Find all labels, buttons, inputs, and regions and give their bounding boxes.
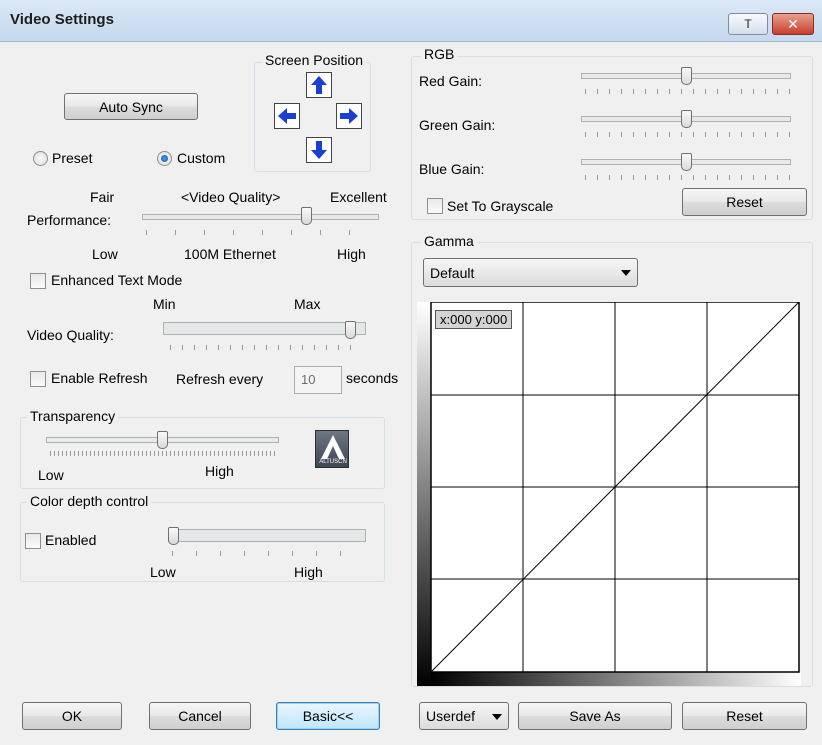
gamma-input-gradient (431, 672, 801, 686)
arrow-up-icon (311, 76, 327, 94)
cancel-button[interactable]: Cancel (149, 702, 251, 730)
video-quality-slider-track[interactable] (163, 322, 366, 335)
userdef-dropdown[interactable]: Userdef (419, 702, 509, 730)
color-depth-slider-thumb[interactable] (168, 527, 179, 545)
enhanced-text-mode-label: Enhanced Text Mode (51, 272, 183, 288)
title-bar: Video Settings T ✕ (0, 0, 822, 42)
userdef-value: Userdef (426, 708, 476, 724)
enhanced-text-mode-checkbox[interactable] (30, 273, 46, 289)
performance-slider-thumb[interactable] (300, 207, 312, 225)
altusen-logo-icon (321, 435, 345, 459)
performance-ticks (146, 230, 378, 235)
performance-slider-track[interactable] (142, 214, 379, 220)
altusen-logo: ALTUSCN (315, 430, 349, 468)
red-gain-label: Red Gain: (419, 73, 483, 89)
video-quality-slider-thumb[interactable] (345, 321, 357, 339)
gamma-curve-graph[interactable]: x:000 y:000 (417, 301, 801, 686)
quality-fair-label: Fair (90, 189, 115, 205)
performance-high-label: High (337, 246, 366, 262)
color-depth-enabled-label: Enabled (45, 532, 97, 548)
refresh-interval-input[interactable]: 10 (294, 366, 342, 394)
color-depth-ticks (172, 551, 362, 556)
gamma-coord-readout: x:000 y:000 (435, 310, 513, 329)
preset-label: Preset (52, 150, 93, 166)
move-right-button[interactable] (336, 103, 362, 129)
gamma-label: Gamma (421, 233, 477, 249)
gamma-reset-button[interactable]: Reset (682, 702, 807, 730)
green-gain-slider-thumb[interactable] (680, 110, 692, 128)
performance-label: Performance: (27, 212, 112, 228)
refresh-seconds-label: seconds (346, 370, 399, 386)
ok-button[interactable]: OK (22, 702, 122, 730)
green-gain-ticks (585, 132, 790, 137)
color-depth-slider-track[interactable] (168, 529, 366, 542)
video-quality-ticks (170, 345, 362, 350)
rgb-label: RGB (421, 46, 458, 62)
quality-excellent-label: Excellent (330, 189, 387, 205)
red-gain-slider-thumb[interactable] (680, 67, 692, 85)
grayscale-checkbox[interactable] (427, 198, 443, 214)
green-gain-label: Green Gain: (419, 117, 496, 133)
userdef-chevron-down-icon (492, 714, 502, 720)
quality-header-label: <Video Quality> (181, 189, 281, 205)
rgb-reset-button[interactable]: Reset (682, 188, 807, 216)
transparency-high-label: High (205, 463, 234, 479)
screen-position-label: Screen Position (262, 52, 367, 68)
move-left-button[interactable] (274, 103, 300, 129)
color-depth-label: Color depth control (27, 493, 152, 509)
altusen-logo-text: ALTUSCN (319, 459, 347, 465)
transparency-slider-thumb[interactable] (157, 431, 168, 449)
color-depth-high-label: High (294, 564, 323, 580)
transparency-ticks (50, 451, 275, 456)
gamma-preset-dropdown[interactable]: Default (423, 258, 638, 287)
arrow-down-icon (311, 141, 327, 159)
gamma-output-gradient (417, 302, 431, 686)
help-button[interactable]: T (728, 13, 768, 35)
preset-radio[interactable] (33, 151, 48, 166)
enable-refresh-checkbox[interactable] (30, 371, 46, 387)
move-down-button[interactable] (306, 137, 332, 163)
gamma-preset-value: Default (430, 265, 475, 281)
custom-radio[interactable] (157, 151, 172, 166)
color-depth-low-label: Low (150, 564, 176, 580)
performance-center-label: 100M Ethernet (184, 246, 276, 262)
video-quality-label: Video Quality: (27, 327, 114, 343)
transparency-label: Transparency (27, 408, 119, 424)
arrow-right-icon (340, 108, 358, 124)
grayscale-label: Set To Grayscale (447, 198, 554, 214)
close-button[interactable]: ✕ (772, 13, 814, 35)
video-quality-max-label: Max (294, 296, 321, 312)
performance-low-label: Low (92, 246, 118, 262)
move-up-button[interactable] (306, 72, 332, 98)
chevron-down-icon (621, 270, 631, 276)
transparency-low-label: Low (38, 467, 64, 483)
save-as-button[interactable]: Save As (518, 702, 672, 730)
red-gain-ticks (585, 89, 790, 94)
video-quality-min-label: Min (153, 296, 176, 312)
gamma-curve-svg (417, 301, 801, 686)
basic-button[interactable]: Basic<< (276, 702, 380, 730)
custom-label: Custom (177, 150, 226, 166)
arrow-left-icon (278, 108, 296, 124)
auto-sync-button[interactable]: Auto Sync (64, 93, 198, 120)
refresh-every-label: Refresh every (176, 371, 264, 387)
window-title: Video Settings (10, 11, 114, 28)
blue-gain-ticks (585, 175, 790, 180)
blue-gain-label: Blue Gain: (419, 161, 485, 177)
blue-gain-slider-thumb[interactable] (680, 153, 692, 171)
enable-refresh-label: Enable Refresh (51, 370, 148, 386)
color-depth-enabled-checkbox[interactable] (25, 533, 41, 549)
